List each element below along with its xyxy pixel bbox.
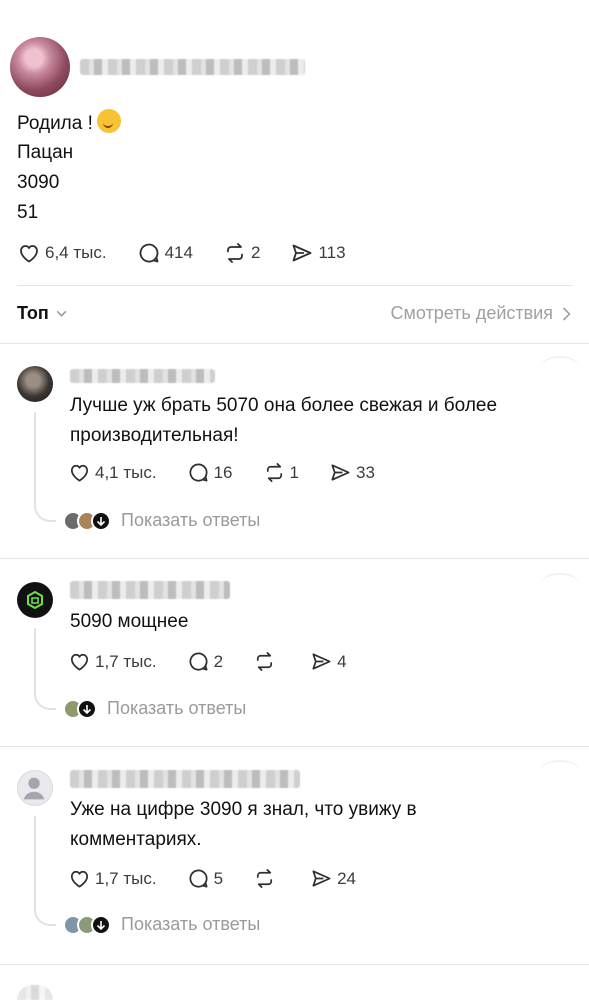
comment-avatar[interactable] <box>17 366 53 402</box>
show-replies-label: Показать ответы <box>121 914 261 934</box>
author-username-redacted[interactable] <box>80 59 305 75</box>
show-replies-button[interactable]: Показать ответы <box>63 698 246 719</box>
author-avatar[interactable] <box>10 37 70 97</box>
comment-avatar[interactable] <box>17 770 53 806</box>
share-button[interactable]: 113 <box>290 241 346 265</box>
chevron-down-icon <box>56 310 67 317</box>
post-line-4: 51 <box>17 202 39 223</box>
comment-actions: 1,7 тыс. 5 24 <box>68 867 386 890</box>
comment-button[interactable]: 414 <box>137 241 193 265</box>
send-icon <box>312 870 331 887</box>
like-button[interactable]: 1,7 тыс. <box>68 650 157 673</box>
comment-text: Лучше уж брать 5070 она более свежая и б… <box>70 395 498 446</box>
default-user-icon <box>23 777 45 800</box>
send-icon <box>331 464 350 481</box>
comment-icon <box>189 869 208 888</box>
repost-button[interactable]: 2 <box>223 241 260 265</box>
reply-button[interactable]: 2 <box>187 650 223 673</box>
repost-icon <box>266 463 282 482</box>
comment-icon <box>189 463 208 482</box>
divider <box>0 964 589 965</box>
repost-icon <box>256 869 273 888</box>
next-comment-avatar-partial <box>17 985 53 1000</box>
sort-label: Топ <box>17 303 49 323</box>
thread-line <box>34 816 56 926</box>
post-line-1: Родила ! <box>17 109 121 136</box>
reply-button[interactable]: 5 <box>187 867 223 890</box>
comment-actions: 4,1 тыс. 16 1 33 <box>68 461 405 484</box>
comment-icon <box>139 243 158 263</box>
arrow-down-icon <box>91 510 111 531</box>
reply-count: 2 <box>213 651 224 671</box>
share-button[interactable]: 4 <box>310 650 347 673</box>
partying-face-icon <box>96 109 121 133</box>
divider <box>0 343 589 344</box>
share-button[interactable]: 24 <box>310 867 356 890</box>
heart-icon <box>20 245 38 263</box>
more-icon[interactable] <box>541 356 579 376</box>
heart-icon <box>70 464 89 482</box>
post-line-3: 3090 <box>17 172 60 193</box>
view-activity-label: Смотреть действия <box>390 303 553 323</box>
share-count: 4 <box>337 651 347 671</box>
repost-icon <box>227 243 243 263</box>
repost-button[interactable] <box>253 867 280 890</box>
show-replies-label: Показать ответы <box>107 698 247 718</box>
share-button[interactable]: 33 <box>329 461 375 484</box>
comment-actions: 1,7 тыс. 2 4 <box>68 650 377 673</box>
share-count: 113 <box>318 243 346 262</box>
comment-count: 414 <box>164 243 193 262</box>
comment-avatar[interactable] <box>17 582 53 618</box>
arrow-down-icon <box>77 698 97 719</box>
show-replies-button[interactable]: Показать ответы <box>63 510 260 531</box>
comment-icon <box>189 652 208 671</box>
more-icon[interactable] <box>541 760 579 780</box>
comment-text: Уже на цифре 3090 я знал, что увижу в ко… <box>70 799 417 850</box>
arrow-down-icon <box>91 914 111 935</box>
thread-line <box>34 628 56 710</box>
repost-count: 1 <box>289 462 299 482</box>
like-count: 6,4 тыс. <box>45 243 107 262</box>
post-line-2: Пацан <box>17 142 74 163</box>
send-icon <box>293 244 312 262</box>
view-activity-link[interactable]: Смотреть действия <box>391 303 572 324</box>
share-count: 33 <box>355 462 375 482</box>
like-button[interactable]: 4,1 тыс. <box>68 461 157 484</box>
share-count: 24 <box>337 868 356 888</box>
divider <box>17 285 572 286</box>
heart-icon <box>70 870 89 888</box>
cube-logo-icon <box>27 590 43 610</box>
reply-button[interactable]: 16 <box>187 461 233 484</box>
show-replies-button[interactable]: Показать ответы <box>63 914 260 935</box>
comment-username-redacted[interactable] <box>70 369 215 383</box>
comment-username-redacted[interactable] <box>70 770 300 788</box>
divider <box>0 746 589 747</box>
chevron-right-icon <box>562 306 571 321</box>
show-replies-label: Показать ответы <box>121 510 261 530</box>
like-button[interactable]: 1,7 тыс. <box>68 867 157 890</box>
repost-count: 2 <box>250 243 261 262</box>
reply-count: 5 <box>213 868 224 888</box>
like-count: 1,7 тыс. <box>95 651 157 671</box>
repost-button[interactable] <box>253 650 280 673</box>
heart-icon <box>70 653 89 671</box>
post-actions: 6,4 тыс. 414 2 113 <box>17 241 376 265</box>
divider <box>0 558 589 559</box>
sort-dropdown[interactable]: Топ <box>17 303 68 324</box>
like-count: 4,1 тыс. <box>95 462 157 482</box>
repost-icon <box>256 652 273 671</box>
send-icon <box>312 653 331 670</box>
comment-text: 5090 мощнее <box>70 611 189 632</box>
comment-username-redacted[interactable] <box>70 581 230 599</box>
like-count: 1,7 тыс. <box>95 868 157 888</box>
thread-line <box>34 412 56 522</box>
like-button[interactable]: 6,4 тыс. <box>17 241 107 265</box>
repost-button[interactable]: 1 <box>263 461 299 484</box>
more-icon[interactable] <box>541 573 579 593</box>
reply-count: 16 <box>213 462 233 482</box>
